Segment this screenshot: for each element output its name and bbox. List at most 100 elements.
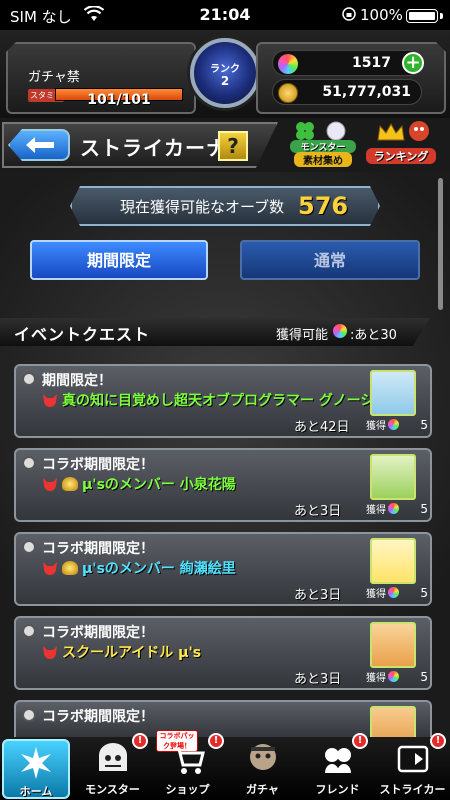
- quest-kind: 期間限定！: [42, 373, 112, 389]
- battery-nub: [440, 13, 443, 19]
- reward-label: 獲得: [366, 421, 386, 432]
- quest-status-dot: [22, 624, 36, 638]
- quest-remaining: あと42日: [294, 420, 350, 435]
- help-button[interactable]: ?: [218, 131, 248, 161]
- status-bar: SIM なし 21:04 100%: [0, 0, 450, 30]
- gem-icon: [326, 121, 346, 141]
- orb-icon: [278, 54, 298, 74]
- available-orbs-label: 現在獲得可能なオーブ数: [120, 198, 285, 216]
- nav-label: ホーム: [19, 785, 53, 798]
- quest-monster-thumbnail: [370, 538, 416, 584]
- devil-icon: [43, 478, 57, 491]
- section-available-label: 獲得可能: [276, 328, 329, 343]
- quest-status-dot: [22, 708, 36, 722]
- reward-label: 獲得: [366, 673, 386, 684]
- quest-remaining: あと3日: [294, 672, 342, 687]
- notification-badge: !: [430, 733, 446, 749]
- ranking-button[interactable]: ランキング: [362, 120, 438, 170]
- quest-kind: コラボ期間限定！: [42, 457, 154, 473]
- nav-label: ストライカー: [379, 783, 446, 796]
- rank-label: ランク: [210, 64, 240, 75]
- quest-card[interactable]: コラボ期間限定！ スクールアイドル μ's あと3日 獲得 5: [14, 616, 432, 690]
- shopping-cart-icon: [173, 747, 205, 774]
- clover-icon: [296, 122, 314, 140]
- notification-badge: !: [352, 733, 368, 749]
- quest-reward: 獲得 5: [366, 585, 428, 601]
- orb-icon: [388, 419, 399, 430]
- orb-icon: [333, 324, 347, 338]
- devil-icon: [43, 562, 57, 575]
- nav-label: ガチャ: [246, 783, 279, 796]
- quest-name: 真の知に目覚めし超天オブプログラマー グノーシス: [62, 393, 389, 409]
- striker-card-icon: [397, 745, 429, 773]
- nav-label: モンスター: [85, 783, 140, 796]
- notification-badge: !: [208, 733, 224, 749]
- nav-shop[interactable]: ! ショップ: [150, 733, 225, 800]
- battery-icon: [406, 9, 438, 23]
- quest-remaining: あと3日: [294, 504, 342, 519]
- crown-icon: [377, 122, 405, 141]
- quest-monster-thumbnail: [370, 454, 416, 500]
- quest-reward: 獲得 5: [366, 501, 428, 517]
- quest-status-dot: [22, 372, 36, 386]
- reward-count: 5: [420, 501, 428, 516]
- quest-remaining: あと3日: [294, 588, 342, 603]
- scrollbar[interactable]: [438, 178, 443, 310]
- rotation-lock-icon: [342, 7, 356, 21]
- quest-name-row: 真の知に目覚めし超天オブプログラマー グノーシス: [42, 390, 388, 410]
- monster-icon: [99, 743, 127, 771]
- orb-icon: [388, 587, 399, 598]
- quest-reward: 獲得 5: [366, 417, 428, 433]
- nav-home[interactable]: ホーム: [2, 739, 70, 799]
- stamina-value: 101/101: [87, 92, 151, 108]
- available-orbs-count: 576: [298, 192, 349, 220]
- nav-monster[interactable]: ! モンスター: [75, 733, 150, 800]
- quest-monster-thumbnail: [370, 370, 416, 416]
- quest-card[interactable]: コラボ期間限定！ μ'sのメンバー 小泉花陽 あと3日 獲得 5: [14, 448, 432, 522]
- quest-name: μ'sのメンバー 絢瀬絵里: [82, 561, 236, 577]
- coin-count: 51,777,031: [322, 84, 411, 100]
- quest-name-row: μ'sのメンバー 小泉花陽: [42, 474, 236, 494]
- quest-card[interactable]: コラボ期間限定！ μ'sのメンバー 絢瀬絵里 あと3日 獲得 5: [14, 532, 432, 606]
- reward-label: 獲得: [366, 505, 386, 516]
- nav-gacha[interactable]: ガチャ: [225, 737, 300, 800]
- quest-name: スクールアイドル μ's: [62, 645, 202, 661]
- quest-card[interactable]: コラボ期間限定！: [14, 700, 432, 737]
- devil-icon: [43, 394, 57, 407]
- coin-counter: 51,777,031: [272, 79, 422, 105]
- quest-status-dot: [22, 540, 36, 554]
- player-name: ガチャ禁: [28, 70, 80, 85]
- tab-normal[interactable]: 通常: [240, 240, 420, 280]
- reward-count: 5: [420, 585, 428, 600]
- ranking-label: ランキング: [366, 148, 436, 164]
- section-remaining: :あと30: [350, 328, 397, 343]
- nav-friend[interactable]: ! フレンド: [300, 733, 375, 800]
- reward-label: 獲得: [366, 589, 386, 600]
- coin-icon: [278, 83, 298, 103]
- coin-bag-icon: [62, 477, 78, 491]
- quest-monster-thumbnail: [370, 706, 416, 737]
- quest-kind: コラボ期間限定！: [42, 625, 154, 641]
- monster-material-button[interactable]: モンスター 素材集め: [290, 120, 356, 170]
- tab-limited[interactable]: 期間限定: [30, 240, 208, 280]
- material-label-bottom: 素材集め: [294, 152, 352, 167]
- quest-name: μ'sのメンバー 小泉花陽: [82, 477, 236, 493]
- section-title: イベントクエスト: [14, 325, 151, 344]
- nav-label: ショップ: [165, 783, 210, 796]
- quest-status-dot: [22, 456, 36, 470]
- nav-label: フレンド: [315, 783, 360, 796]
- add-orb-button[interactable]: +: [402, 52, 424, 74]
- friend-icon: [325, 748, 351, 773]
- battery-percent: 100%: [360, 6, 403, 24]
- quest-card[interactable]: 期間限定！ 真の知に目覚めし超天オブプログラマー グノーシス あと42日 獲得 …: [14, 364, 432, 438]
- gacha-character-icon: [250, 744, 276, 770]
- quest-monster-thumbnail: [370, 622, 416, 668]
- devil-icon: [43, 646, 57, 659]
- quest-kind: コラボ期間限定！: [42, 541, 154, 557]
- quest-name-row: スクールアイドル μ's: [42, 642, 201, 662]
- quest-name-row: μ'sのメンバー 絢瀬絵里: [42, 558, 236, 578]
- orb-icon: [388, 671, 399, 682]
- home-burst-icon: [21, 747, 51, 779]
- nav-striker[interactable]: ! ストライカー: [375, 733, 450, 800]
- orb-icon: [388, 503, 399, 514]
